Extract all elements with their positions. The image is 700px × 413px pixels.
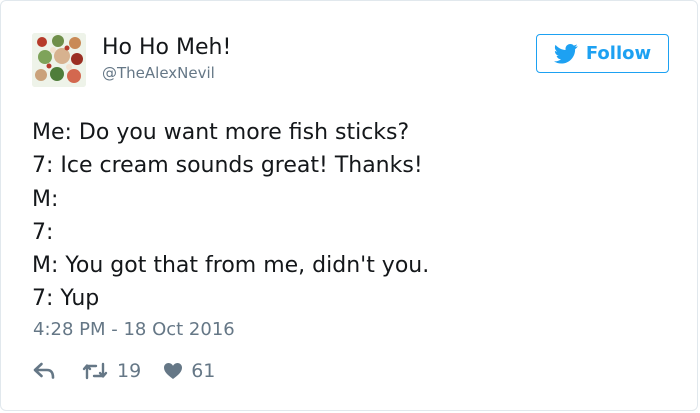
tweet-line: Me: Do you want more fish sticks?: [32, 120, 410, 145]
follow-button[interactable]: Follow: [536, 34, 669, 73]
tweet-text: Me: Do you want more fish sticks? 7: Ice…: [32, 116, 672, 316]
tweet-header: Ho Ho Meh! @TheAlexNevil Follow: [1, 1, 697, 101]
avatar-image: [32, 33, 86, 87]
follow-button-label: Follow: [585, 43, 652, 64]
avatar[interactable]: [32, 33, 86, 87]
like-count: 61: [191, 360, 216, 382]
reply-button[interactable]: [33, 362, 55, 380]
tweet-line: M:: [32, 186, 59, 212]
retweet-count: 19: [117, 360, 142, 382]
retweet-button[interactable]: 19: [81, 360, 141, 382]
tweet-line: 7: Yup: [32, 286, 100, 312]
user-handle[interactable]: @TheAlexNevil: [102, 64, 215, 82]
tweet-timestamp[interactable]: 4:28 PM - 18 Oct 2016: [33, 318, 235, 342]
tweet-line: M: You got that from me, didn't you.: [32, 253, 430, 279]
like-button[interactable]: 61: [163, 360, 215, 382]
heart-icon: [163, 362, 183, 380]
tweet-card: Ho Ho Meh! @TheAlexNevil Follow Me: Do y…: [0, 0, 698, 411]
tweet-actions: 19 61: [33, 357, 215, 385]
tweet-line: 7: Ice cream sounds great! Thanks!: [32, 153, 423, 179]
twitter-bird-icon: [553, 43, 578, 64]
tweet-line: 7:: [32, 219, 54, 245]
retweet-icon: [81, 361, 109, 381]
reply-icon: [33, 362, 55, 380]
user-display-name[interactable]: Ho Ho Meh!: [102, 34, 231, 62]
